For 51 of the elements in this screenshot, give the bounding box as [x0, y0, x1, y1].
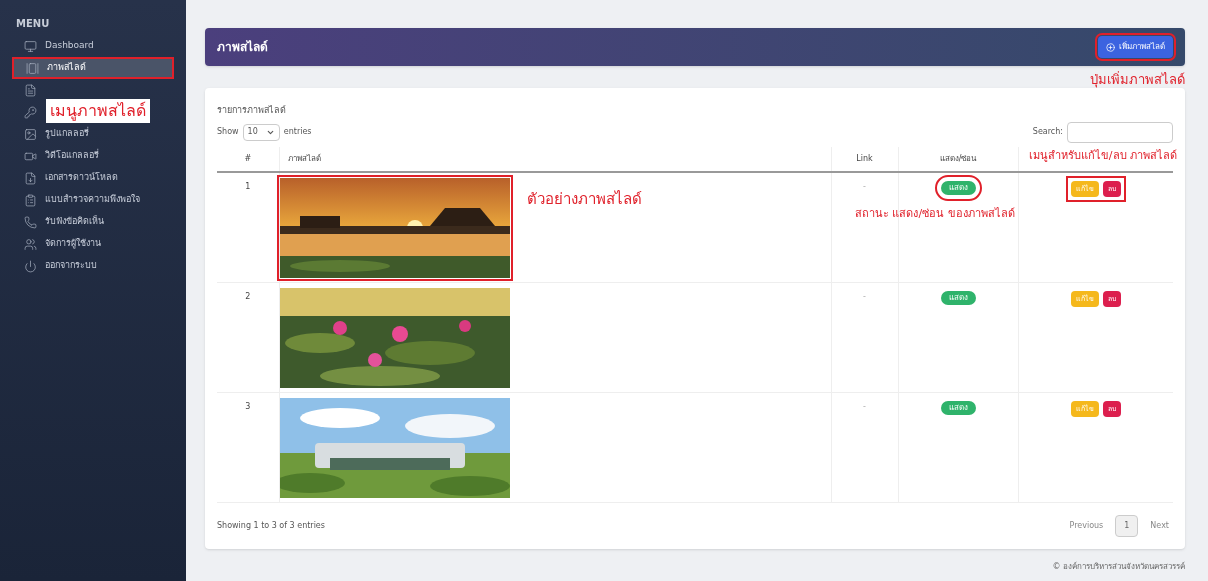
annotation-label: ตัวอย่างภาพสไลด์ [527, 189, 642, 210]
plus-icon [1106, 42, 1115, 52]
document-icon [24, 83, 37, 97]
row-number: 1 [245, 181, 251, 191]
power-icon [24, 259, 37, 273]
clipboard-icon [24, 193, 37, 207]
card-title: รายการภาพสไลด์ [217, 104, 287, 117]
link-cell: - [863, 181, 866, 191]
status-badge: แสดง [940, 290, 976, 305]
image-icon [24, 127, 37, 141]
show-label: Show [217, 126, 239, 138]
column-header[interactable]: Link [856, 153, 873, 163]
search-field[interactable] [1067, 121, 1173, 143]
menu-item[interactable]: แบบสำรวจความพึงพอใจ [12, 189, 174, 211]
pagination-button[interactable]: Next [1146, 519, 1173, 532]
add-slide-button[interactable]: เพิ่มภาพสไลด์ [1098, 36, 1173, 58]
menu-heading: MENU [15, 17, 51, 31]
menu-item[interactable]: เอกสารดาวน์โหลด [12, 167, 174, 189]
key-icon [24, 105, 37, 119]
annotation-label: สถานะ แสดง/ซ่อน ของภาพสไลด์ [855, 206, 1015, 222]
column-header[interactable]: # [244, 153, 252, 163]
entries-select[interactable]: 10 [242, 123, 280, 141]
search-label: Search: [1032, 126, 1063, 138]
file-icon [24, 171, 37, 185]
page-title: ภาพสไลด์ [217, 39, 268, 56]
menu-item[interactable]: วิดีโอแกลลอรี่ [12, 145, 174, 167]
menu-item[interactable]: ออกจากระบบ [12, 255, 174, 277]
annotation-label: ปุ่มเพิ่มภาพสไลด์ [1090, 70, 1185, 90]
menu-item[interactable]: รับฟังข้อคิดเห็น [12, 211, 174, 233]
table-info: Showing 1 to 3 of 3 entries [217, 519, 325, 532]
link-cell: - [863, 291, 866, 301]
annotation-label: เมนูภาพสไลด์ [46, 99, 150, 123]
status-badge: แสดง [940, 400, 976, 415]
menu-item[interactable]: จัดการผู้ใช้งาน [12, 233, 174, 255]
menu-item[interactable]: รูปแกลลอรี่ [12, 123, 174, 145]
column-header[interactable]: ภาพสไลด์ [287, 153, 321, 163]
link-cell: - [863, 401, 866, 411]
users-icon [24, 237, 37, 251]
column-header[interactable]: แสดง/ซ่อน [939, 153, 977, 163]
phone-icon [24, 215, 37, 229]
annotation-label: เมนูสำหรับแก้ไข/ลบ ภาพสไลด์ [1028, 148, 1177, 164]
menu-item[interactable]: ภาพสไลด์ [12, 57, 174, 79]
monitor-icon [24, 39, 37, 53]
menu-item[interactable]: Dashboard [12, 35, 174, 57]
row-number: 2 [245, 291, 251, 301]
entries-label: entries [283, 126, 312, 138]
slides-icon [26, 61, 39, 75]
pagination-button[interactable]: 1 [1115, 514, 1139, 537]
footer-text: © องค์การบริหารส่วนจังหวัดนครสวรรค์ [1052, 561, 1185, 573]
pagination-button[interactable]: Previous [1065, 519, 1108, 532]
row-number: 3 [245, 401, 251, 411]
